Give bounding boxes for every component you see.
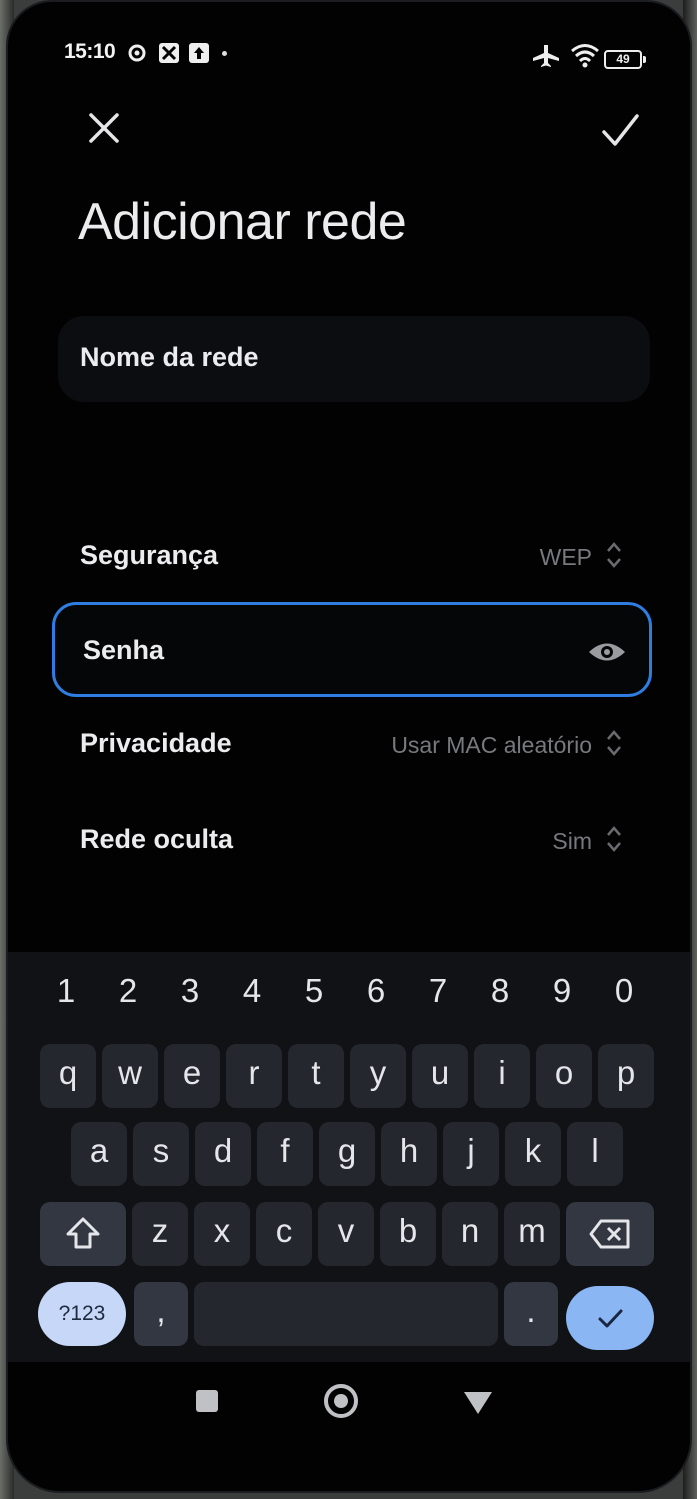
- close-icon[interactable]: [82, 106, 126, 150]
- app-notification-icon: [159, 43, 179, 63]
- key-m[interactable]: m: [504, 1202, 560, 1266]
- key-r[interactable]: r: [226, 1044, 282, 1108]
- key-k[interactable]: k: [505, 1122, 561, 1186]
- confirm-check-icon[interactable]: [596, 106, 644, 154]
- key-h[interactable]: h: [381, 1122, 437, 1186]
- security-label: Segurança: [80, 540, 219, 570]
- key-9[interactable]: 9: [534, 972, 590, 1010]
- key-e[interactable]: e: [164, 1044, 220, 1108]
- key-y[interactable]: y: [350, 1044, 406, 1108]
- back-triangle-icon[interactable]: [464, 1392, 492, 1414]
- key-u[interactable]: u: [412, 1044, 468, 1108]
- network-name-input[interactable]: Nome da rede: [58, 316, 650, 402]
- key-5[interactable]: 5: [286, 972, 342, 1010]
- security-row[interactable]: Segurança WEP: [58, 520, 650, 590]
- upload-notification-icon: [189, 43, 209, 63]
- key-w[interactable]: w: [102, 1044, 158, 1108]
- recents-square-icon[interactable]: [196, 1390, 218, 1412]
- password-label: Senha: [83, 635, 165, 665]
- page-title: Adicionar rede: [78, 193, 407, 251]
- number-row: 1 2 3 4 5 6 7 8 9 0: [38, 972, 658, 1028]
- key-q[interactable]: q: [40, 1044, 96, 1108]
- key-p[interactable]: p: [598, 1044, 654, 1108]
- key-8[interactable]: 8: [472, 972, 528, 1010]
- on-screen-keyboard: 1 2 3 4 5 6 7 8 9 0 q w e r t y u i o p …: [8, 952, 690, 1362]
- hidden-network-value: Sim: [552, 828, 592, 854]
- key-a[interactable]: a: [71, 1122, 127, 1186]
- chevron-up-down-icon: [607, 730, 621, 756]
- security-value: WEP: [539, 544, 592, 570]
- key-c[interactable]: c: [256, 1202, 312, 1266]
- hidden-network-label: Rede oculta: [80, 824, 234, 854]
- key-7[interactable]: 7: [410, 972, 466, 1010]
- key-g[interactable]: g: [319, 1122, 375, 1186]
- key-j[interactable]: j: [443, 1122, 499, 1186]
- navigation-bar: [8, 1362, 690, 1442]
- key-6[interactable]: 6: [348, 972, 404, 1010]
- phone-screen: 15:10 49 Adicionar rede Nome da rede Seg…: [6, 0, 692, 1493]
- key-t[interactable]: t: [288, 1044, 344, 1108]
- eye-icon[interactable]: [587, 639, 627, 665]
- backspace-key[interactable]: [566, 1202, 654, 1266]
- comma-key[interactable]: ,: [134, 1282, 188, 1346]
- privacy-value: Usar MAC aleatório: [391, 732, 592, 758]
- chevron-up-down-icon: [607, 826, 621, 852]
- status-bar: 15:10 49: [8, 36, 690, 70]
- period-key[interactable]: .: [504, 1282, 558, 1346]
- hidden-network-row[interactable]: Rede oculta Sim: [58, 804, 650, 874]
- shift-icon: [66, 1217, 100, 1249]
- key-f[interactable]: f: [257, 1122, 313, 1186]
- key-x[interactable]: x: [194, 1202, 250, 1266]
- privacy-row[interactable]: Privacidade Usar MAC aleatório: [58, 708, 650, 778]
- enter-done-key[interactable]: [566, 1286, 654, 1350]
- key-o[interactable]: o: [536, 1044, 592, 1108]
- key-i[interactable]: i: [474, 1044, 530, 1108]
- key-v[interactable]: v: [318, 1202, 374, 1266]
- key-4[interactable]: 4: [224, 972, 280, 1010]
- password-input[interactable]: Senha: [52, 602, 652, 697]
- more-notifications-dot: [222, 51, 227, 56]
- shift-key[interactable]: [40, 1202, 126, 1266]
- vpn-gear-icon: [128, 44, 146, 62]
- key-0[interactable]: 0: [596, 972, 652, 1010]
- backspace-icon: [589, 1219, 630, 1249]
- privacy-label: Privacidade: [80, 728, 232, 758]
- key-s[interactable]: s: [133, 1122, 189, 1186]
- key-2[interactable]: 2: [100, 972, 156, 1010]
- airplane-mode-icon: [533, 45, 559, 67]
- status-time: 15:10: [64, 40, 116, 63]
- key-n[interactable]: n: [442, 1202, 498, 1266]
- symbols-key[interactable]: ?123: [38, 1282, 126, 1346]
- space-key[interactable]: [194, 1282, 498, 1346]
- key-d[interactable]: d: [195, 1122, 251, 1186]
- chevron-up-down-icon: [607, 542, 621, 568]
- check-icon: [598, 1309, 623, 1328]
- key-l[interactable]: l: [567, 1122, 623, 1186]
- battery-indicator: 49: [604, 50, 646, 69]
- wifi-icon: [571, 44, 599, 68]
- network-name-placeholder: Nome da rede: [80, 342, 259, 372]
- home-circle-icon[interactable]: [324, 1384, 358, 1418]
- key-3[interactable]: 3: [162, 972, 218, 1010]
- key-z[interactable]: z: [132, 1202, 188, 1266]
- key-1[interactable]: 1: [38, 972, 94, 1010]
- key-b[interactable]: b: [380, 1202, 436, 1266]
